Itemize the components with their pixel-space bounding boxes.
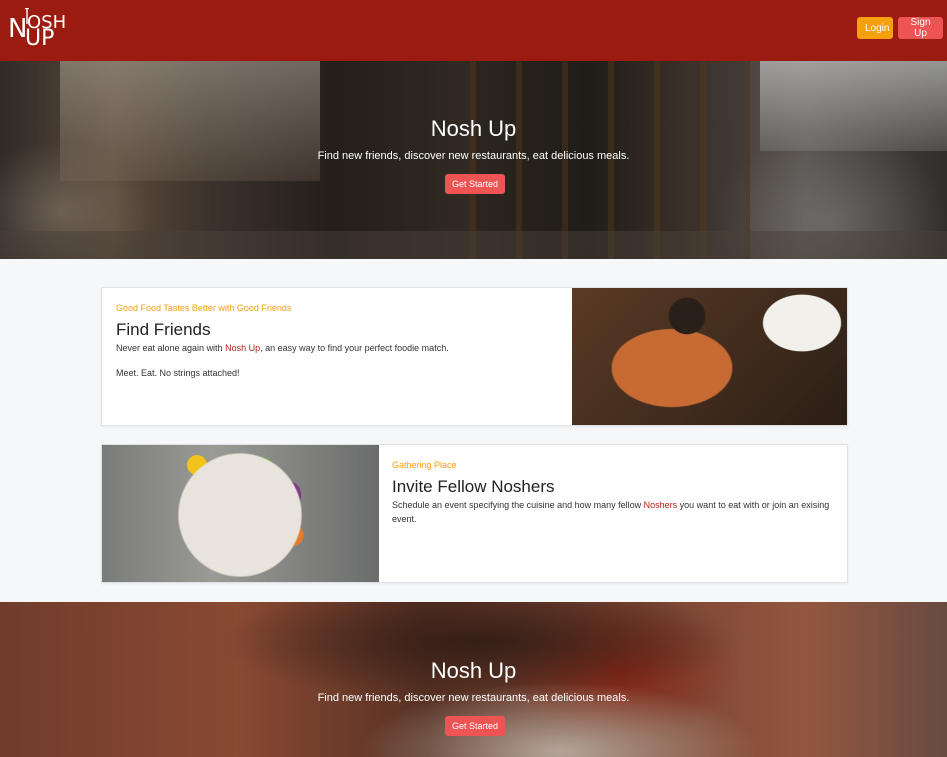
hero-subtitle: Find new friends, discover new restauran…: [317, 150, 630, 162]
card-tagline: Meet. Eat. No strings attached!: [116, 368, 240, 378]
get-started-button[interactable]: Get Started: [445, 174, 505, 194]
hero-subtitle: Find new friends, discover new restauran…: [317, 692, 630, 704]
card-title: Find Friends: [116, 320, 211, 339]
feature-card-invite-noshers: Gathering Place Invite Fellow Noshers Sc…: [101, 444, 848, 583]
logo-letters-up: UP: [25, 26, 55, 51]
card-body-text: Schedule an event specifying the cuisine…: [392, 500, 644, 510]
sign-up-button[interactable]: Sign Up: [898, 17, 943, 39]
hero-title: Nosh Up: [430, 658, 517, 683]
feature-card-find-friends: Good Food Tastes Better with Good Friend…: [101, 287, 848, 426]
hero-banner-top: Nosh Up Find new friends, discover new r…: [0, 61, 947, 259]
card-title: Invite Fellow Noshers: [392, 477, 555, 496]
brand-name: Nosh Up: [225, 343, 261, 353]
navbar: N OSH UP Login Sign Up: [0, 0, 947, 61]
card-body: Schedule an event specifying the cuisine…: [392, 498, 837, 526]
hero-title: Nosh Up: [430, 116, 517, 141]
brand-name: Noshers: [643, 500, 678, 510]
login-button[interactable]: Login: [857, 17, 893, 39]
salad-bowl-photo: [102, 445, 379, 582]
card-eyebrow: Good Food Tastes Better with Good Friend…: [116, 303, 292, 313]
card-eyebrow: Gathering Place: [392, 460, 457, 470]
card-body-text: , an easy way to find your perfect foodi…: [260, 343, 449, 353]
nachos-salsa-photo: [572, 288, 847, 425]
get-started-button[interactable]: Get Started: [445, 716, 505, 736]
nosh-up-logo[interactable]: N OSH UP: [8, 8, 66, 51]
card-body: Never eat alone again with Nosh Up, an e…: [116, 341, 556, 355]
hero-banner-bottom: Nosh Up Find new friends, discover new r…: [0, 602, 947, 757]
card-body-text: Never eat alone again with: [116, 343, 226, 353]
